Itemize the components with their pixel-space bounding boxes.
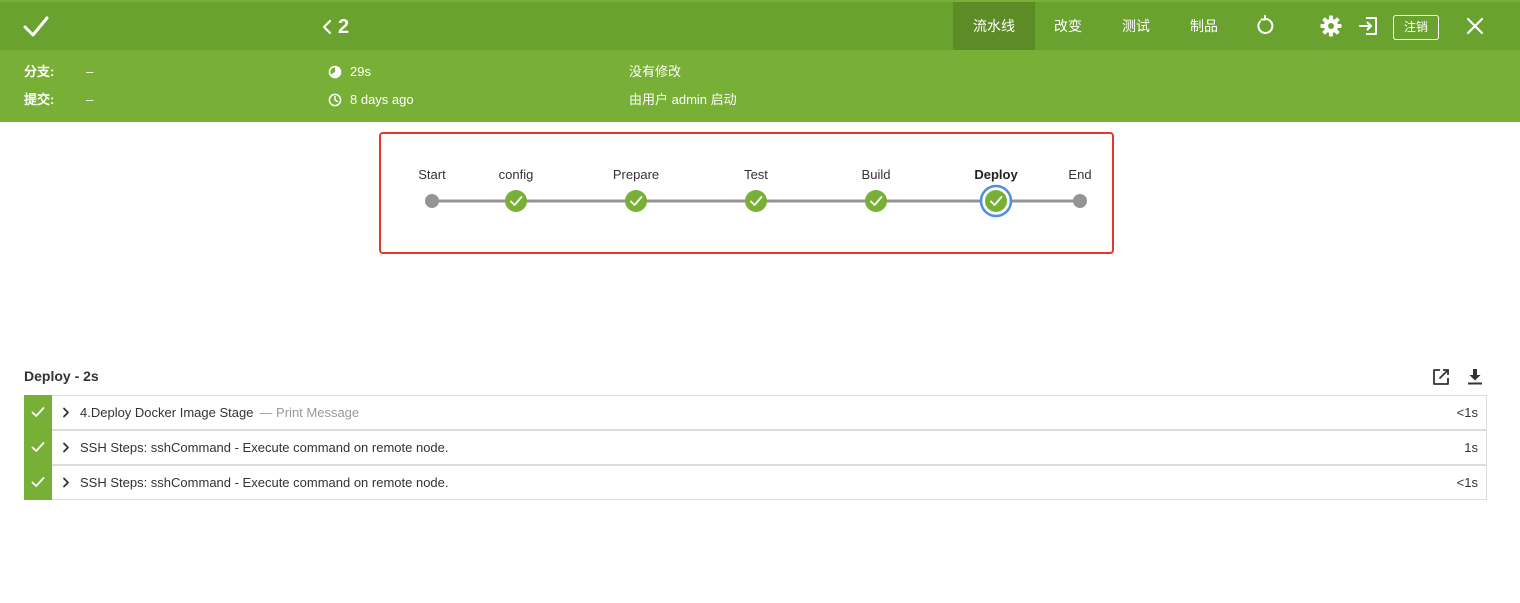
step-name: SSH Steps: sshCommand - Execute command … [80, 440, 449, 455]
commit-label: 提交: [24, 92, 55, 107]
step-name: SSH Steps: sshCommand - Execute command … [80, 475, 449, 490]
check-icon [23, 16, 49, 37]
logout-button[interactable]: 注销 [1393, 15, 1439, 40]
time-ago: 8 days ago [350, 92, 414, 107]
success-node [505, 190, 527, 212]
stage-node-prepare[interactable] [625, 190, 647, 212]
success-node [985, 190, 1007, 212]
step-row[interactable]: 4.Deploy Docker Image Stage — Print Messa… [24, 395, 1487, 430]
step-row[interactable]: SSH Steps: sshCommand - Execute command … [24, 465, 1487, 500]
terminal-node [1073, 194, 1087, 208]
tab-tests[interactable]: 测试 [1101, 2, 1171, 50]
step-text: SSH Steps: sshCommand - Execute command … [80, 431, 449, 464]
gear-icon[interactable] [1320, 15, 1342, 37]
step-text: SSH Steps: sshCommand - Execute command … [80, 466, 449, 499]
stage-label-test: Test [744, 167, 768, 182]
run-tabs: 流水线 改变 测试 制品 [953, 2, 1237, 50]
duration-icon [328, 65, 342, 79]
tab-pipeline[interactable]: 流水线 [953, 2, 1035, 50]
started-by: 由用户 admin 启动 [629, 92, 737, 107]
stage-node-start [425, 194, 439, 208]
duration-value: 29s [350, 64, 371, 79]
stage-node-build[interactable] [865, 190, 887, 212]
success-node [865, 190, 887, 212]
stage-label-start: Start [418, 167, 446, 182]
clock-icon [328, 93, 342, 107]
commit-row: 提交: – [24, 90, 93, 110]
stage-label-prepare: Prepare [612, 167, 660, 182]
close-icon[interactable] [1464, 15, 1486, 37]
chevron-left-icon [322, 19, 332, 35]
top-bar: 2 流水线 改变 测试 制品 注销 [0, 2, 1520, 50]
stage-node-config[interactable] [505, 190, 527, 212]
stage-node-deploy[interactable] [979, 184, 1013, 218]
run-number: 2 [338, 16, 350, 38]
check-icon [31, 407, 45, 417]
stage-label-end: End [1068, 167, 1092, 182]
stage-label-config: config [498, 167, 534, 182]
sign-in-icon[interactable] [1358, 15, 1380, 37]
stage-node-end [1073, 194, 1087, 208]
stage-label-build: Build [861, 167, 891, 182]
changes-summary: 没有修改 [629, 64, 682, 79]
tab-changes[interactable]: 改变 [1035, 2, 1101, 50]
step-duration: <1s [1456, 475, 1478, 490]
step-status [24, 465, 52, 500]
download-icon[interactable] [1465, 367, 1485, 387]
check-icon [31, 477, 45, 487]
log-title: Deploy - 2s [24, 368, 99, 384]
step-list: 4.Deploy Docker Image Stage — Print Messa… [24, 395, 1487, 500]
stage-node-test[interactable] [745, 190, 767, 212]
step-row[interactable]: SSH Steps: sshCommand - Execute command … [24, 430, 1487, 465]
chevron-right-icon[interactable] [62, 442, 70, 453]
step-status [24, 430, 52, 465]
check-icon [31, 442, 45, 452]
run-header: 2 流水线 改变 测试 制品 注销 分支: – 提交: – 29s 8 days… [0, 0, 1520, 122]
step-duration: 1s [1464, 440, 1478, 455]
commit-value: – [86, 92, 94, 107]
chevron-right-icon[interactable] [62, 407, 70, 418]
step-subtext: — Print Message [259, 405, 360, 420]
branch-value: – [86, 64, 94, 79]
branch-label: 分支: [24, 64, 55, 79]
chevron-right-icon[interactable] [62, 477, 70, 488]
success-node [625, 190, 647, 212]
run-details: 分支: – 提交: – 29s 8 days ago 没有修改 由用户 admi… [0, 50, 1520, 122]
step-duration: <1s [1456, 405, 1478, 420]
step-name: 4.Deploy Docker Image Stage [80, 405, 254, 420]
branch-row: 分支: – [24, 62, 93, 82]
tab-artifacts[interactable]: 制品 [1171, 2, 1237, 50]
success-node [745, 190, 767, 212]
step-text: 4.Deploy Docker Image Stage — Print Messa… [80, 396, 359, 429]
terminal-node [425, 194, 439, 208]
run-breadcrumb[interactable]: 2 [320, 14, 349, 40]
replay-icon[interactable] [1254, 15, 1276, 37]
open-external-icon[interactable] [1431, 367, 1451, 387]
stage-label-deploy: Deploy [974, 167, 1018, 182]
step-status [24, 395, 52, 430]
